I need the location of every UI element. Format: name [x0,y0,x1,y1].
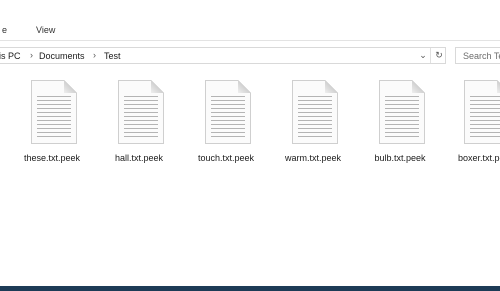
address-divider [430,48,431,63]
file-name: touch.txt.peek [197,153,255,163]
ribbon-tabs: e View [0,22,500,38]
chevron-down-icon[interactable]: ⌄ [416,48,430,63]
page-fold-icon [151,80,164,93]
taskbar-strip [0,286,500,291]
ribbon-tab-view[interactable]: View [36,25,55,35]
file-name: hall.txt.peek [114,153,164,163]
breadcrumb-documents[interactable]: Documents [39,51,85,61]
file-name: boxer.txt.pe [458,153,500,163]
file-name: these.txt.peek [23,153,81,163]
page-fold-icon [238,80,251,93]
ribbon-divider [0,40,500,41]
breadcrumb-this-pc[interactable]: is PC [0,51,21,61]
text-file-icon [464,80,500,144]
search-placeholder: Search Te [463,51,500,61]
file-item[interactable]: bulb.txt.peek [360,80,440,170]
file-item[interactable]: hall.txt.peek [99,80,179,170]
file-name: bulb.txt.peek [374,153,426,163]
page-fold-icon [64,80,77,93]
page-fold-icon [325,80,338,93]
ribbon-tab-share[interactable]: e [2,25,7,35]
address-bar[interactable]: is PC › Documents › Test ⌄ ↻ [0,47,446,64]
search-input[interactable]: Search Te [455,47,500,64]
file-name: warm.txt.peek [284,153,342,163]
breadcrumb-test[interactable]: Test [104,51,121,61]
page-fold-icon [412,80,425,93]
file-item[interactable]: these.txt.peek [12,80,92,170]
breadcrumb-separator-icon[interactable]: › [93,50,96,60]
file-item[interactable]: warm.txt.peek [273,80,353,170]
file-item[interactable]: touch.txt.peek [186,80,266,170]
file-item[interactable]: boxer.txt.pe [445,80,500,170]
refresh-icon[interactable]: ↻ [432,48,446,63]
breadcrumb-separator-icon[interactable]: › [30,50,33,60]
